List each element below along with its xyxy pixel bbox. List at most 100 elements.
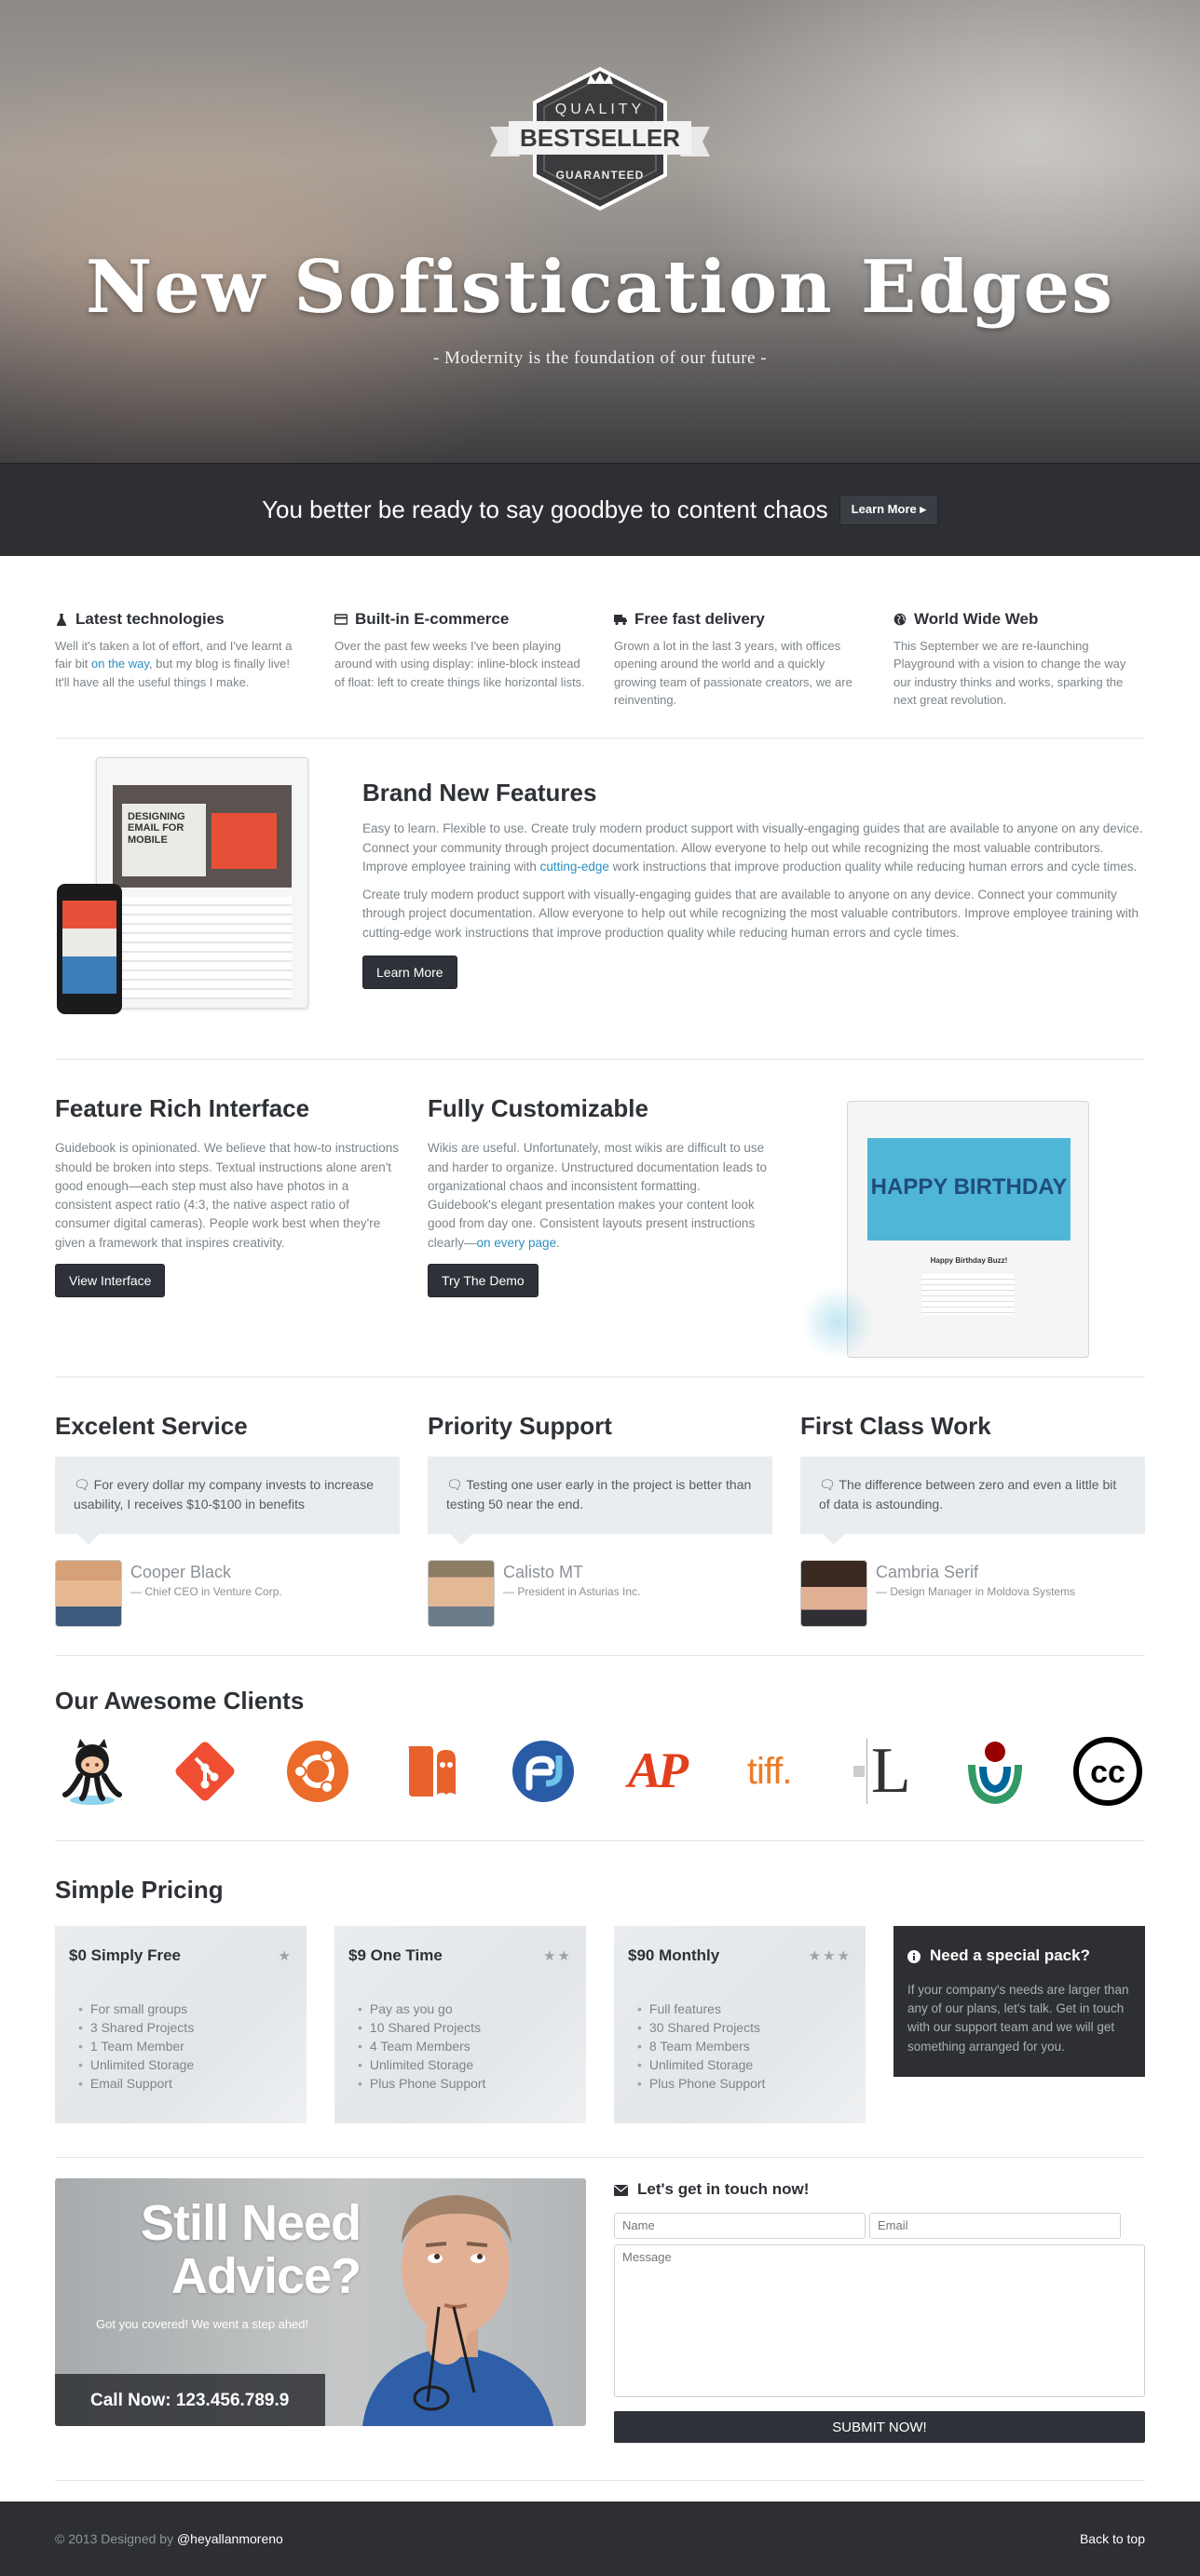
ubuntu-logo[interactable]: [280, 1736, 355, 1807]
testimonial-name: Calisto MT: [503, 1562, 584, 1581]
feature-latest-technologies: Latest technologies Well it's taken a lo…: [55, 608, 307, 710]
pricing-section: Simple Pricing $0 Simply Free ★ For small…: [55, 1841, 1145, 2158]
testimonials-section: Excelent Service 🗨 For every dollar my c…: [55, 1377, 1145, 1655]
plan-feature: 8 Team Members: [628, 2037, 852, 2055]
github-octocat-logo[interactable]: [55, 1736, 130, 1807]
avatar: [55, 1559, 122, 1627]
message-field[interactable]: [614, 2244, 1145, 2397]
plan-one-time-card[interactable]: $9 One Time ★★ Pay as you go 10 Shared Pr…: [334, 1926, 586, 2124]
plan-feature: Unlimited Storage: [628, 2055, 852, 2074]
testimonial-name: Cooper Black: [130, 1562, 232, 1581]
typography-l-logo[interactable]: L: [845, 1736, 920, 1807]
plan-monthly-card[interactable]: $90 Monthly ★★★ Full features 30 Shared P…: [614, 1926, 866, 2124]
star-icon: ★★: [543, 1947, 572, 1964]
flask-icon: [56, 614, 67, 627]
testimonial-role: — Design Manager in Moldova Systems: [876, 1585, 1076, 1599]
mock-heading-3: MOBILE: [128, 834, 168, 846]
feature-rich-title: Feature Rich Interface: [55, 1093, 310, 1122]
contact-title: Let's get in touch now!: [637, 2180, 810, 2199]
features-row: Latest technologies Well it's taken a lo…: [55, 556, 1145, 738]
tablet-mockup-image: HAPPY BIRTHDAY Happy Birthday Buzz!: [800, 1091, 1145, 1358]
plan-name: $0 Simply Free: [69, 1946, 182, 1965]
ap-logo-text: AP: [628, 1742, 689, 1799]
mock-heading-1: DESIGNING: [128, 810, 185, 822]
badge-top-text: QUALITY: [555, 102, 645, 117]
testimonial-excelent-service: Excelent Service 🗨 For every dollar my c…: [55, 1409, 400, 1627]
feature-text: This September we are re-launching Playg…: [893, 638, 1126, 708]
feature-rich-column: Feature Rich Interface Guidebook is opin…: [55, 1091, 400, 1358]
badge-bottom-text: GUARANTEED: [556, 169, 645, 182]
feature-text: Over the past few weeks I've been playin…: [334, 638, 585, 689]
tiff-logo-text: tiff.: [746, 1750, 793, 1792]
clients-section: Our Awesome Clients AP tiff. L cc: [55, 1656, 1145, 1840]
mock-birthday-banner: HAPPY BIRTHDAY: [870, 1173, 1068, 1200]
contact-section: Still Need Advice? Got you covered! We we…: [55, 2158, 1145, 2480]
l-logo-text: L: [866, 1738, 911, 1804]
envelope-icon: [614, 2184, 628, 2196]
plan-name: $90 Monthly: [628, 1946, 720, 1965]
on-every-page-link[interactable]: on every page: [477, 1236, 557, 1250]
advice-subtext: Got you covered! We went a step ahed!: [96, 2317, 309, 2332]
brand-learn-more-button[interactable]: Learn More: [362, 955, 457, 990]
testimonial-quote: 🗨 The difference between zero and even a…: [800, 1457, 1145, 1545]
clients-title: Our Awesome Clients: [55, 1686, 305, 1715]
comment-icon: 🗨: [74, 1477, 90, 1493]
feature-text: Grown a lot in the last 3 years, with of…: [614, 638, 852, 708]
hero-title: New Sofistication Edges: [86, 245, 1114, 330]
pricing-title: Simple Pricing: [55, 1875, 224, 1904]
ap-logo[interactable]: AP: [620, 1736, 694, 1807]
avatar: [428, 1559, 495, 1627]
special-text: If your company's needs are larger than …: [907, 1982, 1129, 2054]
plan-feature: For small groups: [69, 2000, 293, 2018]
feature-text: Well it's taken a lot of effort, and I'v…: [55, 638, 293, 689]
brand-paragraph-2: Create truly modern product support with…: [362, 888, 1139, 940]
testimonial-title: Priority Support: [428, 1411, 612, 1440]
feature-title: Free fast delivery: [634, 610, 765, 628]
call-now-banner[interactable]: Call Now: 123.456.789.9: [55, 2374, 325, 2427]
fedora-logo[interactable]: [506, 1736, 580, 1807]
cta-learn-more-button[interactable]: Learn More ▸: [839, 495, 938, 525]
name-field[interactable]: [614, 2212, 866, 2239]
testimonial-priority-support: Priority Support 🗨 Testing one user earl…: [428, 1409, 772, 1627]
feature-rich-text: Guidebook is opinionated. We believe tha…: [55, 1141, 399, 1250]
tiff-logo[interactable]: tiff.: [732, 1736, 807, 1807]
blogger-logo[interactable]: [393, 1736, 468, 1807]
bestseller-badge-icon: QUALITY BESTSELLER GUARANTEED: [490, 66, 710, 211]
on-the-way-link[interactable]: on the way: [91, 657, 149, 671]
footer-author-link[interactable]: @heyallanmoreno: [177, 2531, 283, 2546]
email-field[interactable]: [869, 2212, 1121, 2239]
testimonial-title: First Class Work: [800, 1411, 991, 1440]
wikimedia-logo[interactable]: [958, 1736, 1032, 1807]
cta-message: You better be ready to say goodbye to co…: [262, 495, 828, 523]
plan-free-card[interactable]: $0 Simply Free ★ For small groups 3 Share…: [55, 1926, 307, 2124]
customizable-title: Fully Customizable: [428, 1093, 648, 1122]
comment-icon: 🗨: [446, 1477, 463, 1493]
star-icon: ★★★: [808, 1947, 852, 1964]
try-the-demo-button[interactable]: Try The Demo: [428, 1263, 539, 1298]
feature-world-wide-web: World Wide Web This September we are re-…: [893, 608, 1145, 710]
feature-title: Latest technologies: [75, 610, 225, 628]
cutting-edge-link[interactable]: cutting-edge: [540, 860, 609, 874]
special-pack-card: Need a special pack? If your company's n…: [893, 1926, 1145, 2078]
plan-feature: Plus Phone Support: [348, 2074, 572, 2093]
testimonial-name: Cambria Serif: [876, 1562, 979, 1581]
testimonial-quote: 🗨 Testing one user early in the project …: [428, 1457, 772, 1545]
devices-mockup-image: DESIGNING EMAIL FOR MOBILE: [55, 756, 334, 1018]
creative-commons-logo[interactable]: cc: [1070, 1736, 1145, 1807]
plan-feature: Email Support: [69, 2074, 293, 2093]
brand-title: Brand New Features: [362, 778, 597, 807]
footer: © 2013 Designed by @heyallanmoreno Back …: [0, 2501, 1200, 2576]
special-title: Need a special pack?: [930, 1946, 1090, 1965]
customizable-text: Wikis are useful. Unfortunately, most wi…: [428, 1141, 767, 1250]
plan-feature: 30 Shared Projects: [628, 2018, 852, 2037]
git-logo[interactable]: [168, 1736, 242, 1807]
plan-feature: Plus Phone Support: [628, 2074, 852, 2093]
globe-icon: [893, 614, 907, 626]
submit-button[interactable]: SUBMIT NOW!: [614, 2411, 1145, 2444]
feature-built-in-ecommerce: Built-in E-commerce Over the past few we…: [334, 608, 586, 710]
back-to-top-link[interactable]: Back to top: [1080, 2529, 1145, 2548]
truck-icon: [614, 615, 627, 626]
view-interface-button[interactable]: View Interface: [55, 1263, 166, 1298]
avatar: [800, 1559, 867, 1627]
thinking-man-image: [362, 2195, 553, 2427]
